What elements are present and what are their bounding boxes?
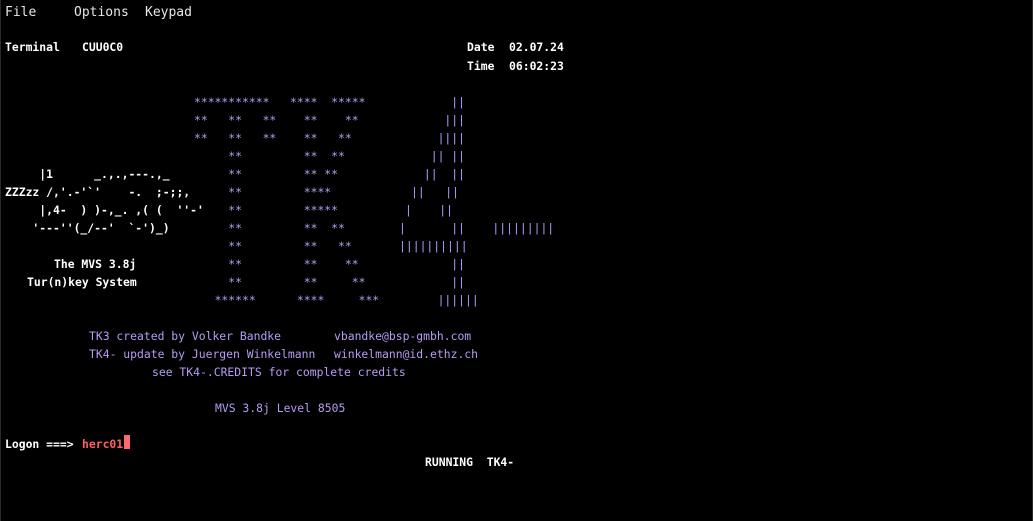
status-running: RUNNING TK4- bbox=[425, 455, 515, 469]
logo-star-row: ** **** bbox=[194, 185, 332, 199]
logo-bar-row: || bbox=[417, 257, 466, 271]
credit-email-2: winkelmann@id.ethz.ch bbox=[334, 347, 479, 361]
time-label: Time bbox=[467, 59, 495, 73]
logo-star-row: ** ** ** bbox=[194, 239, 352, 253]
turnkey-art-row: ZZZzz /,'.-'`' -. ;-;;, bbox=[5, 185, 191, 199]
logon-prompt: Logon ===> bbox=[5, 437, 74, 451]
text-cursor bbox=[124, 435, 130, 449]
logo-bar-row: || ||||||||| bbox=[417, 221, 555, 235]
logo-bar-row: |||||||||| bbox=[399, 239, 468, 253]
logo-bar-row: || || bbox=[417, 167, 466, 181]
turnkey-art-row: '---''(_/--' `-')_) bbox=[5, 221, 170, 235]
credit-email-1: vbandke@bsp-gmbh.com bbox=[334, 329, 472, 343]
date-label: Date bbox=[467, 40, 495, 54]
logo-bar-row: | || bbox=[405, 203, 454, 217]
credit-line-3: see TK4-.CREDITS for complete credits bbox=[152, 365, 406, 379]
credit-line-2: TK4- update by Juergen Winkelmann bbox=[89, 347, 316, 361]
turnkey-art-row: |1 _.,.,---.,_ bbox=[5, 167, 170, 181]
menu-options[interactable]: Options bbox=[74, 5, 129, 20]
logo-bar-fragment: | bbox=[399, 221, 406, 235]
logo-star-row: ** ** ** bbox=[194, 149, 345, 163]
mvs-level: MVS 3.8j Level 8505 bbox=[215, 401, 346, 415]
turnkey-art-row: |,4- ) )-,_. ,( ( ''-' bbox=[5, 203, 204, 217]
logon-input[interactable]: herc01 bbox=[82, 437, 123, 451]
terminal-window: File Options Keypad Terminal CUU0C0 Date… bbox=[0, 0, 1033, 521]
time-value: 06:02:23 bbox=[509, 59, 564, 73]
logo-star-row: ****** **** *** bbox=[194, 293, 380, 307]
logo-star-row: ** ** ** bbox=[194, 275, 366, 289]
logo-star-row: ** ** ** bbox=[194, 221, 345, 235]
system-name: The MVS 3.8j bbox=[54, 257, 137, 271]
logo-star-row: *********** **** ***** bbox=[194, 95, 366, 109]
logo-star-row: ** ***** bbox=[194, 203, 339, 217]
logo-bar-row: ||| bbox=[417, 113, 466, 127]
credit-line-1: TK3 created by Volker Bandke bbox=[89, 329, 282, 343]
logo-bar-row: |||| bbox=[417, 131, 466, 145]
date-value: 02.07.24 bbox=[509, 40, 564, 54]
logo-bar-row: || bbox=[417, 95, 466, 109]
terminal-id: CUU0C0 bbox=[82, 40, 124, 54]
logo-star-row: ** ** ** ** ** bbox=[194, 113, 359, 127]
menu-file[interactable]: File bbox=[5, 5, 36, 20]
logo-bar-row: |||||| bbox=[417, 293, 479, 307]
menu-keypad[interactable]: Keypad bbox=[145, 5, 192, 20]
logo-star-row: ** ** ** bbox=[194, 257, 359, 271]
logo-star-row: ** ** ** ** ** bbox=[194, 131, 352, 145]
logo-bar-row: || bbox=[417, 275, 466, 289]
logo-star-row: ** ** ** bbox=[194, 167, 339, 181]
terminal-label: Terminal bbox=[5, 40, 60, 54]
menu-bar: File Options Keypad bbox=[1, 0, 1032, 24]
logo-bar-row: || || bbox=[417, 149, 466, 163]
logo-bar-row: || || bbox=[411, 185, 460, 199]
system-subtitle: Tur(n)key System bbox=[27, 275, 137, 289]
